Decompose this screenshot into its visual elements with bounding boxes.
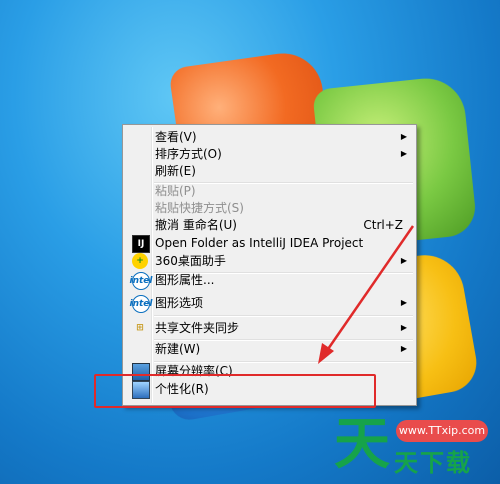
menu-item-label: 图形选项 (155, 296, 204, 310)
menu-item-360-desktop[interactable]: + 360桌面助手 ▶ (126, 252, 413, 270)
menu-item-label: 粘贴快捷方式(S) (155, 201, 244, 215)
submenu-arrow-icon: ▶ (400, 344, 407, 353)
menu-item-undo-rename[interactable]: 撤消 重命名(U) Ctrl+Z (126, 216, 413, 234)
submenu-arrow-icon: ▶ (400, 132, 407, 141)
submenu-arrow-icon: ▶ (400, 323, 407, 332)
menu-item-sort-by[interactable]: 排序方式(O) ▶ (126, 145, 413, 163)
menu-item-label: 360桌面助手 (155, 254, 226, 268)
menu-item-open-intellij[interactable]: IJ Open Folder as IntelliJ IDEA Project (126, 234, 413, 253)
menu-item-shared-folder-sync[interactable]: ⊞ 共享文件夹同步 ▶ (126, 319, 413, 337)
intel-icon: intel (130, 272, 153, 290)
menu-item-label: 图形属性... (155, 273, 215, 287)
menu-item-shortcut: Ctrl+Z (363, 218, 403, 232)
menu-item-label: 刷新(E) (155, 164, 196, 178)
menu-item-view[interactable]: 查看(V) ▶ (126, 128, 413, 146)
menu-item-label: Open Folder as IntelliJ IDEA Project (155, 236, 364, 250)
menu-item-new[interactable]: 新建(W) ▶ (126, 340, 413, 358)
menu-item-graphics-properties[interactable]: intel 图形属性... (126, 271, 413, 290)
watermark-logo: 天 (334, 412, 390, 477)
menu-item-paste-shortcut[interactable]: 粘贴快捷方式(S) (126, 199, 413, 217)
submenu-arrow-icon: ▶ (400, 256, 407, 265)
submenu-arrow-icon: ▶ (400, 149, 407, 158)
intellij-icon: IJ (132, 235, 150, 253)
intel-icon: intel (130, 295, 153, 313)
menu-item-label: 撤消 重命名(U) (155, 218, 237, 232)
menu-separator (154, 315, 413, 317)
menu-item-label: 排序方式(O) (155, 147, 222, 161)
menu-item-paste[interactable]: 粘贴(P) (126, 182, 413, 200)
menu-item-label: 查看(V) (155, 130, 197, 144)
share-sync-icon: ⊞ (136, 323, 144, 333)
menu-item-refresh[interactable]: 刷新(E) (126, 162, 413, 180)
submenu-arrow-icon: ▶ (400, 298, 407, 307)
highlight-box-personalize (94, 374, 376, 408)
desktop-context-menu: 查看(V) ▶ 排序方式(O) ▶ 刷新(E) 粘贴(P) 粘贴快捷方式(S) … (122, 124, 417, 406)
menu-item-graphics-options[interactable]: intel 图形选项 ▶ (126, 294, 413, 313)
menu-item-label: 新建(W) (155, 342, 201, 356)
menu-item-label: 粘贴(P) (155, 184, 196, 198)
menu-item-label: 共享文件夹同步 (155, 321, 240, 335)
watermark-text: 天下载 (394, 449, 472, 477)
360-icon: + (132, 253, 148, 269)
watermark-url: www.TTxip.com (396, 420, 488, 442)
